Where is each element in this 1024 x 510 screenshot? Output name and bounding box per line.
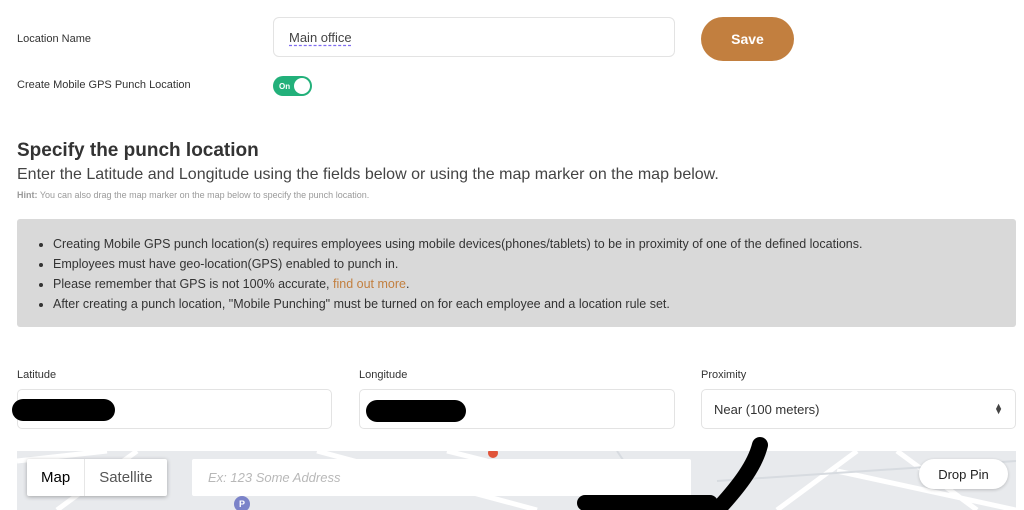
parking-marker-icon: P xyxy=(234,496,250,510)
map-redaction xyxy=(577,437,768,510)
drop-pin-button[interactable]: Drop Pin xyxy=(919,459,1008,489)
save-button[interactable]: Save xyxy=(701,17,794,61)
info-item: Please remember that GPS is not 100% acc… xyxy=(53,274,1016,294)
info-item: After creating a punch location, "Mobile… xyxy=(53,294,1016,314)
map[interactable]: Map Satellite Ex: 123 Some Address Drop … xyxy=(17,451,1016,510)
info-item-text: Please remember that GPS is not 100% acc… xyxy=(53,277,330,291)
longitude-label: Longitude xyxy=(359,369,408,381)
info-box: Creating Mobile GPS punch location(s) re… xyxy=(17,219,1016,327)
location-name-value: Main office xyxy=(289,29,352,45)
map-type-satellite-button[interactable]: Satellite xyxy=(85,459,166,496)
info-item-period: . xyxy=(405,277,410,291)
map-type-map-button[interactable]: Map xyxy=(27,459,86,496)
latitude-label: Latitude xyxy=(17,369,57,381)
find-out-more-link[interactable]: find out more xyxy=(333,277,406,291)
proximity-select[interactable]: Near (100 meters) ▲ ▼ xyxy=(701,389,1016,429)
location-name-label: Location Name xyxy=(17,33,91,45)
proximity-value: Near (100 meters) xyxy=(714,401,820,417)
latitude-redaction xyxy=(12,399,115,421)
proximity-label: Proximity xyxy=(701,369,747,381)
hint-body: You can also drag the map marker on the … xyxy=(39,190,370,200)
hint-prefix: Hint: xyxy=(17,190,38,200)
info-item: Employees must have geo-location(GPS) en… xyxy=(53,254,1016,274)
updown-arrows-icon: ▲ ▼ xyxy=(994,401,1003,416)
section-title: Specify the punch location xyxy=(17,140,259,161)
location-name-input[interactable]: Main office xyxy=(273,17,675,57)
info-item: Creating Mobile GPS punch location(s) re… xyxy=(53,234,1016,254)
gps-punch-label: Create Mobile GPS Punch Location xyxy=(17,79,191,91)
hint-text: Hint: You can also drag the map marker o… xyxy=(17,190,369,200)
info-list: Creating Mobile GPS punch location(s) re… xyxy=(53,234,1016,314)
toggle-knob xyxy=(294,78,310,94)
map-type-control: Map Satellite xyxy=(27,459,167,496)
section-subtitle: Enter the Latitude and Longitude using t… xyxy=(17,166,719,183)
longitude-redaction xyxy=(366,400,466,422)
toggle-on-text: On xyxy=(279,81,291,91)
gps-punch-toggle[interactable]: On xyxy=(273,76,312,96)
